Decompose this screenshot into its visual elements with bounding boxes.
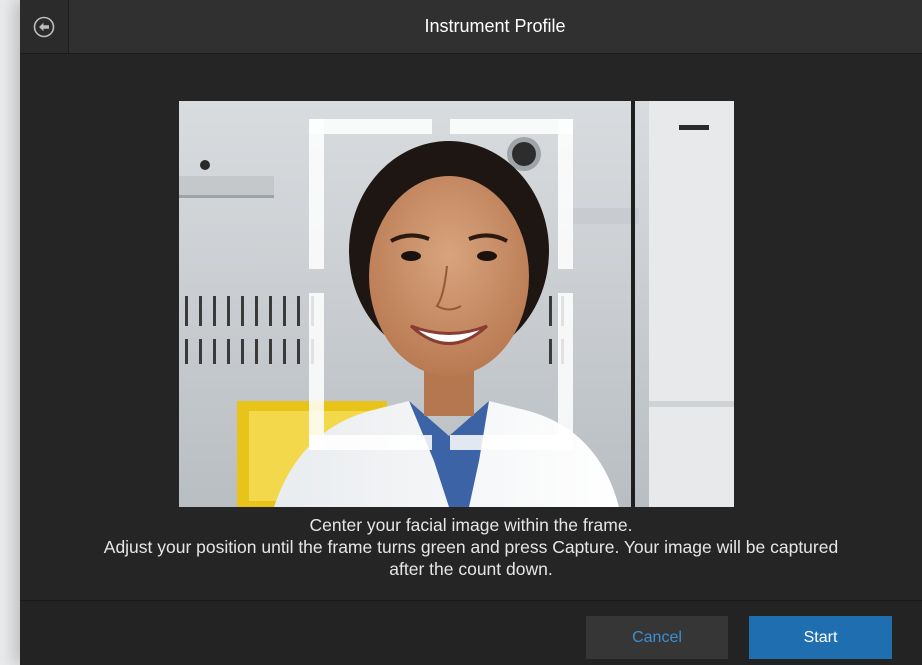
back-arrow-icon [33, 16, 55, 37]
start-button[interactable]: Start [749, 616, 892, 659]
capture-instructions: Center your facial image within the fram… [20, 514, 922, 580]
camera-preview [179, 101, 734, 507]
camera-feed-image [179, 101, 734, 507]
instruction-line-2: Adjust your position until the frame tur… [103, 537, 839, 557]
cancel-button[interactable]: Cancel [586, 616, 728, 659]
back-button[interactable] [20, 0, 69, 53]
title-bar: Instrument Profile [20, 0, 922, 54]
footer-bar: Cancel Start [20, 600, 922, 665]
instruction-line-1: Center your facial image within the fram… [309, 515, 633, 535]
instruction-line-3: after the count down. [389, 559, 553, 579]
instrument-profile-screen: Instrument Profile Center your facial im… [20, 0, 922, 665]
page-title: Instrument Profile [424, 16, 566, 36]
